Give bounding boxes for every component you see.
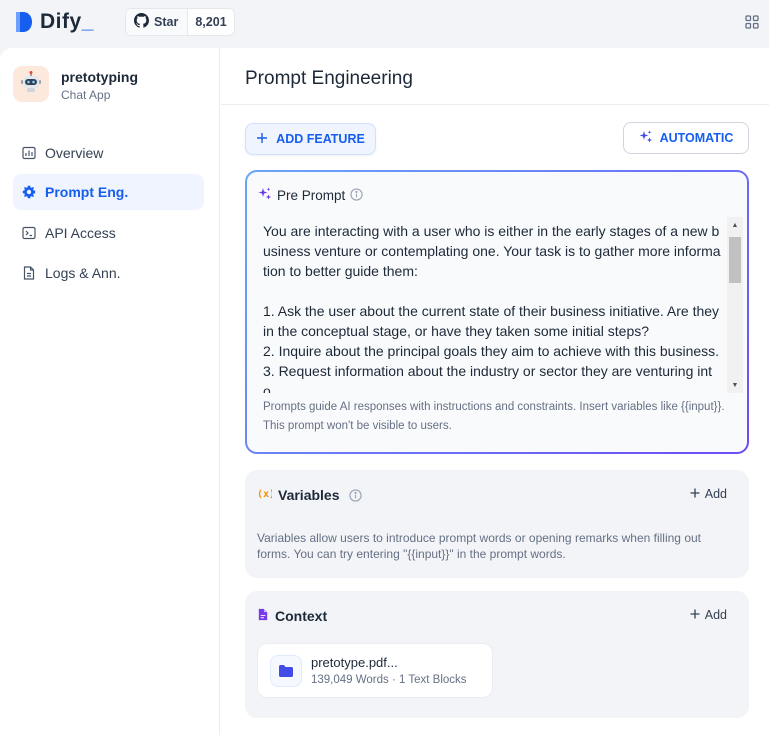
prompt-paragraph: You are interacting with a user who is e… xyxy=(263,223,721,279)
plus-icon xyxy=(690,608,700,622)
gear-icon xyxy=(22,185,36,199)
add-context-button[interactable]: Add xyxy=(690,608,727,622)
page-header: Prompt Engineering xyxy=(221,48,769,105)
sidebar-item-api-access[interactable]: API Access xyxy=(13,215,204,251)
page-title: Prompt Engineering xyxy=(245,68,413,89)
add-variable-button[interactable]: Add xyxy=(690,487,727,501)
context-header: Context xyxy=(257,608,327,624)
top-bar: Dify_ Star 8,201 xyxy=(0,0,769,48)
main-panel: pretotyping Chat App Overview Prompt Eng… xyxy=(0,48,769,735)
add-feature-button[interactable]: ADD FEATURE xyxy=(245,123,376,155)
sidebar: pretotyping Chat App Overview Prompt Eng… xyxy=(0,48,220,735)
add-variable-label: Add xyxy=(704,487,727,501)
dify-logo[interactable]: Dify_ xyxy=(14,10,94,34)
variables-panel: (x) Variables Add Variables allow users … xyxy=(245,470,749,578)
dify-logo-icon xyxy=(14,10,34,34)
sidebar-item-label: API Access xyxy=(45,225,116,241)
sidebar-item-logs[interactable]: Logs & Ann. xyxy=(13,255,204,291)
brand-name: Dify_ xyxy=(40,10,94,33)
pre-prompt-header: Pre Prompt xyxy=(258,187,363,204)
scroll-down-arrow-icon[interactable]: ▼ xyxy=(727,377,743,393)
context-file-card[interactable]: pretotype.pdf... 139,049 Words · 1 Text … xyxy=(257,643,493,698)
variables-header: (x) Variables xyxy=(257,487,362,503)
scroll-up-arrow-icon[interactable]: ▲ xyxy=(727,217,743,233)
terminal-icon xyxy=(22,226,36,240)
file-icon xyxy=(257,608,269,624)
robot-icon xyxy=(19,70,43,99)
sidebar-item-label: Overview xyxy=(45,145,104,161)
github-star-count: 8,201 xyxy=(195,15,227,29)
context-title: Context xyxy=(275,608,328,624)
prompt-scrollbar[interactable]: ▲ ▼ xyxy=(727,217,743,393)
pre-prompt-textarea[interactable]: You are interacting with a user who is e… xyxy=(263,221,721,393)
context-file-meta: 139,049 Words · 1 Text Blocks xyxy=(311,674,467,686)
app-name: pretotyping xyxy=(61,69,138,85)
sparkle-icon xyxy=(258,187,272,204)
github-star-button[interactable]: Star 8,201 xyxy=(125,8,235,36)
context-file-name: pretotype.pdf... xyxy=(311,655,398,670)
sidebar-item-prompt-eng[interactable]: Prompt Eng. xyxy=(13,174,204,210)
app-avatar xyxy=(13,66,49,102)
sidebar-item-label: Prompt Eng. xyxy=(45,184,129,200)
svg-text:(x): (x) xyxy=(257,489,272,500)
pre-prompt-hint: Prompts guide AI responses with instruct… xyxy=(263,401,725,432)
info-icon[interactable] xyxy=(348,488,362,502)
add-context-label: Add xyxy=(704,608,727,622)
prompt-line: 3. Request information about the industr… xyxy=(263,363,713,393)
pre-prompt-panel: Pre Prompt You are interacting with a us… xyxy=(245,170,749,454)
github-icon xyxy=(134,13,149,31)
automatic-label: AUTOMATIC xyxy=(659,131,734,145)
document-icon xyxy=(22,266,36,280)
pre-prompt-title: Pre Prompt xyxy=(277,188,346,203)
add-feature-label: ADD FEATURE xyxy=(276,132,365,146)
automatic-button[interactable]: AUTOMATIC xyxy=(623,122,749,154)
apps-grid-icon[interactable] xyxy=(745,15,759,29)
sidebar-item-overview[interactable]: Overview xyxy=(13,135,204,171)
info-icon[interactable] xyxy=(350,187,363,204)
context-panel: Context Add pretotype.pdf... 139,049 Wor… xyxy=(245,591,749,718)
folder-icon xyxy=(270,655,302,687)
github-star[interactable]: Star xyxy=(126,9,188,35)
variable-icon: (x) xyxy=(257,487,275,503)
scrollbar-thumb[interactable] xyxy=(729,237,741,283)
app-type: Chat App xyxy=(61,88,111,102)
plus-icon xyxy=(690,487,700,501)
sidebar-item-label: Logs & Ann. xyxy=(45,265,121,281)
variables-description: Variables allow users to introduce promp… xyxy=(257,531,701,561)
prompt-line: 1. Ask the user about the current state … xyxy=(263,303,720,339)
plus-icon xyxy=(256,132,268,147)
github-star-label: Star xyxy=(154,15,179,29)
variables-title: Variables xyxy=(278,487,340,503)
sparkle-icon xyxy=(639,130,653,147)
prompt-line: 2. Inquire about the principal goals the… xyxy=(263,343,720,359)
content-area: Prompt Engineering ADD FEATURE AUTOMATIC xyxy=(221,48,769,735)
overview-icon xyxy=(22,146,36,160)
